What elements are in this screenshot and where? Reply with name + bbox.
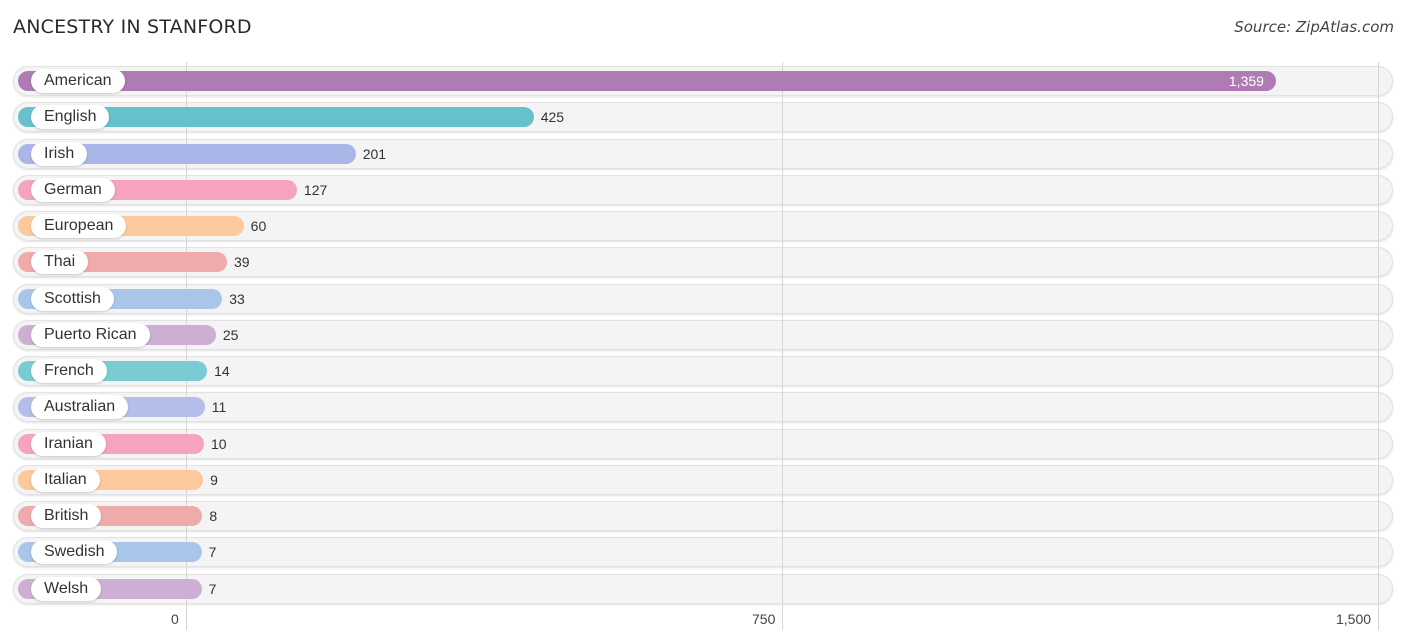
category-label: American <box>31 69 125 93</box>
category-label: Australian <box>31 395 129 420</box>
value-label: 1,359 <box>1228 73 1264 89</box>
bar-chart: American 1,359 English 425 Irish 201 German 127… <box>0 0 1406 644</box>
value-label: 7 <box>208 544 217 561</box>
value-label: 60 <box>250 218 267 234</box>
value-label: 11 <box>211 399 227 416</box>
category-label: French <box>31 359 107 383</box>
category-label: British <box>31 504 102 528</box>
value-label: 201 <box>362 145 387 162</box>
category-label: European <box>31 214 127 238</box>
value-label: 39 <box>233 254 250 271</box>
value-label: 7 <box>208 580 217 597</box>
value-label: 10 <box>210 435 227 452</box>
bar-row <box>13 501 1393 531</box>
category-label: Welsh <box>31 576 102 601</box>
value-label: 14 <box>214 363 230 379</box>
value-label: 8 <box>209 508 218 524</box>
category-label: Italian <box>31 467 100 492</box>
value-label: 425 <box>540 109 565 126</box>
category-label: English <box>31 105 110 130</box>
value-label: 127 <box>303 181 328 198</box>
bar-row <box>13 537 1393 568</box>
x-tick-label: 750 <box>752 611 776 627</box>
bar-row <box>13 464 1393 495</box>
bar-row <box>13 319 1393 350</box>
category-label: Swedish <box>31 540 118 565</box>
category-label: German <box>31 177 115 202</box>
category-label: Scottish <box>31 286 114 311</box>
gridline <box>1378 62 1379 630</box>
value-label: 25 <box>222 326 239 343</box>
category-label: Irish <box>31 141 88 166</box>
bar-row <box>13 573 1393 604</box>
category-label: Iranian <box>31 431 106 456</box>
x-tick-label: 1,500 <box>1336 611 1372 627</box>
gridline <box>782 62 783 630</box>
value-label: 9 <box>210 471 218 488</box>
value-label: 33 <box>229 290 245 307</box>
category-label: Puerto Rican <box>31 322 150 347</box>
x-tick-label: 0 <box>171 611 179 627</box>
category-label: Thai <box>31 250 89 275</box>
bar[interactable] <box>18 71 1276 91</box>
